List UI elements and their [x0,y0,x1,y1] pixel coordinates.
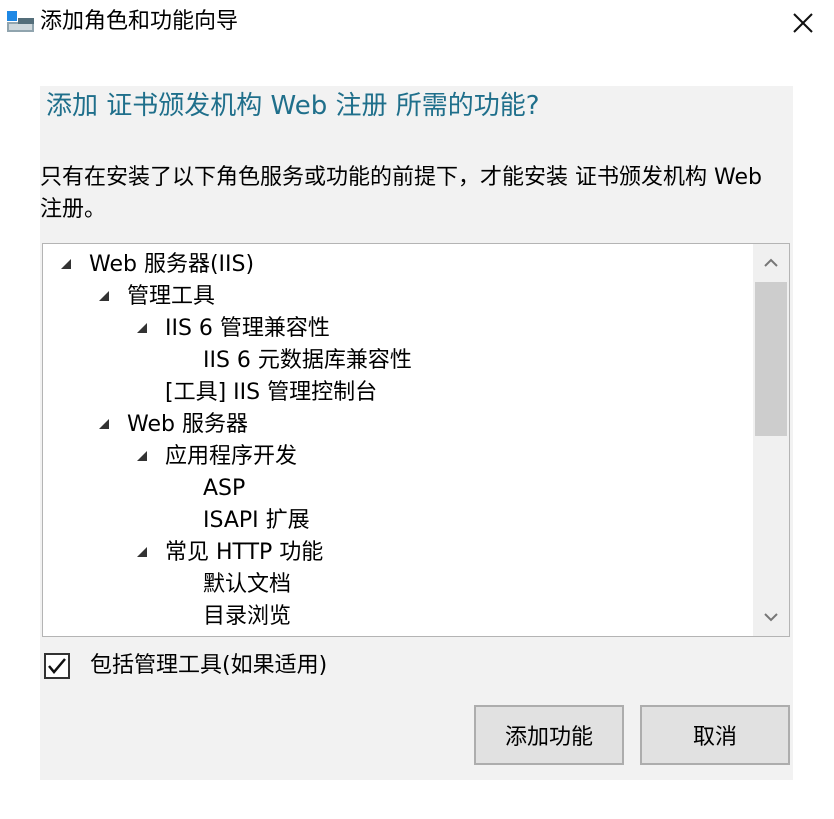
tree-item[interactable]: 应用程序开发 [137,441,297,473]
title-bar: 添加角色和功能向导 [0,0,834,46]
tree-item[interactable]: 管理工具 [99,281,215,313]
checkmark-icon [48,658,66,674]
chevron-up-icon [764,258,778,267]
close-button[interactable] [786,6,820,40]
tree-item-label: Web 服务器 [127,412,248,437]
required-features-tree[interactable]: Web 服务器(IIS) 管理工具 IIS 6 管理兼容性 IIS 6 元数据库… [42,243,790,637]
window-title: 添加角色和功能向导 [40,9,239,34]
tree-item[interactable]: [工具] IIS 管理控制台 [165,377,377,409]
cancel-button[interactable]: 取消 [640,705,790,765]
tree-item[interactable]: IIS 6 管理兼容性 [137,313,330,345]
tree-item-label: [工具] IIS 管理控制台 [165,380,378,405]
server-manager-icon [7,11,34,32]
tree-item[interactable]: ASP [203,473,245,505]
tree-item[interactable]: IIS 6 元数据库兼容性 [203,345,412,377]
vertical-scrollbar[interactable] [753,244,789,636]
tree-item-label: Web 服务器(IIS) [89,252,255,277]
tree-item-label: 管理工具 [127,284,216,309]
tree-item[interactable]: 目录浏览 [203,601,291,633]
tree-item-label: 目录浏览 [203,604,292,629]
add-features-button[interactable]: 添加功能 [474,705,624,765]
tree-item-label: 应用程序开发 [165,444,298,469]
tree-item[interactable]: 常见 HTTP 功能 [137,537,323,569]
expanded-triangle-icon[interactable] [137,323,147,333]
scroll-down-button[interactable] [753,598,789,636]
tree-item-label: IIS 6 元数据库兼容性 [203,348,412,373]
tree-item-label: ASP [203,476,246,501]
dialog-description: 只有在安装了以下角色服务或功能的前提下，才能安装 证书颁发机构 Web 注册。 [40,165,762,222]
expanded-triangle-icon[interactable] [99,291,109,301]
tree-item[interactable]: ISAPI 扩展 [203,505,310,537]
tree-item[interactable]: Web 服务器(IIS) [61,249,254,281]
dialog-heading: 添加 证书颁发机构 Web 注册 所需的功能? [46,91,540,121]
tree-item-label: IIS 6 管理兼容性 [165,316,330,341]
expanded-triangle-icon[interactable] [61,259,71,269]
close-icon [793,13,813,33]
tree-item-label: 默认文档 [203,572,292,597]
checkbox-label: 包括管理工具(如果适用) [90,653,328,678]
tree-item[interactable]: Web 服务器 [99,409,248,441]
expanded-triangle-icon[interactable] [137,547,147,557]
scroll-thumb[interactable] [755,282,787,436]
expanded-triangle-icon[interactable] [137,451,147,461]
scroll-up-button[interactable] [753,244,789,282]
include-management-tools-checkbox[interactable] [44,653,70,679]
include-management-tools-checkbox-row[interactable]: 包括管理工具(如果适用) [44,650,327,682]
tree-item-label: ISAPI 扩展 [203,508,310,533]
tree-item-label: 常见 HTTP 功能 [165,540,324,565]
tree-item[interactable]: 默认文档 [203,569,291,601]
chevron-down-icon [764,613,778,622]
expanded-triangle-icon[interactable] [99,419,109,429]
